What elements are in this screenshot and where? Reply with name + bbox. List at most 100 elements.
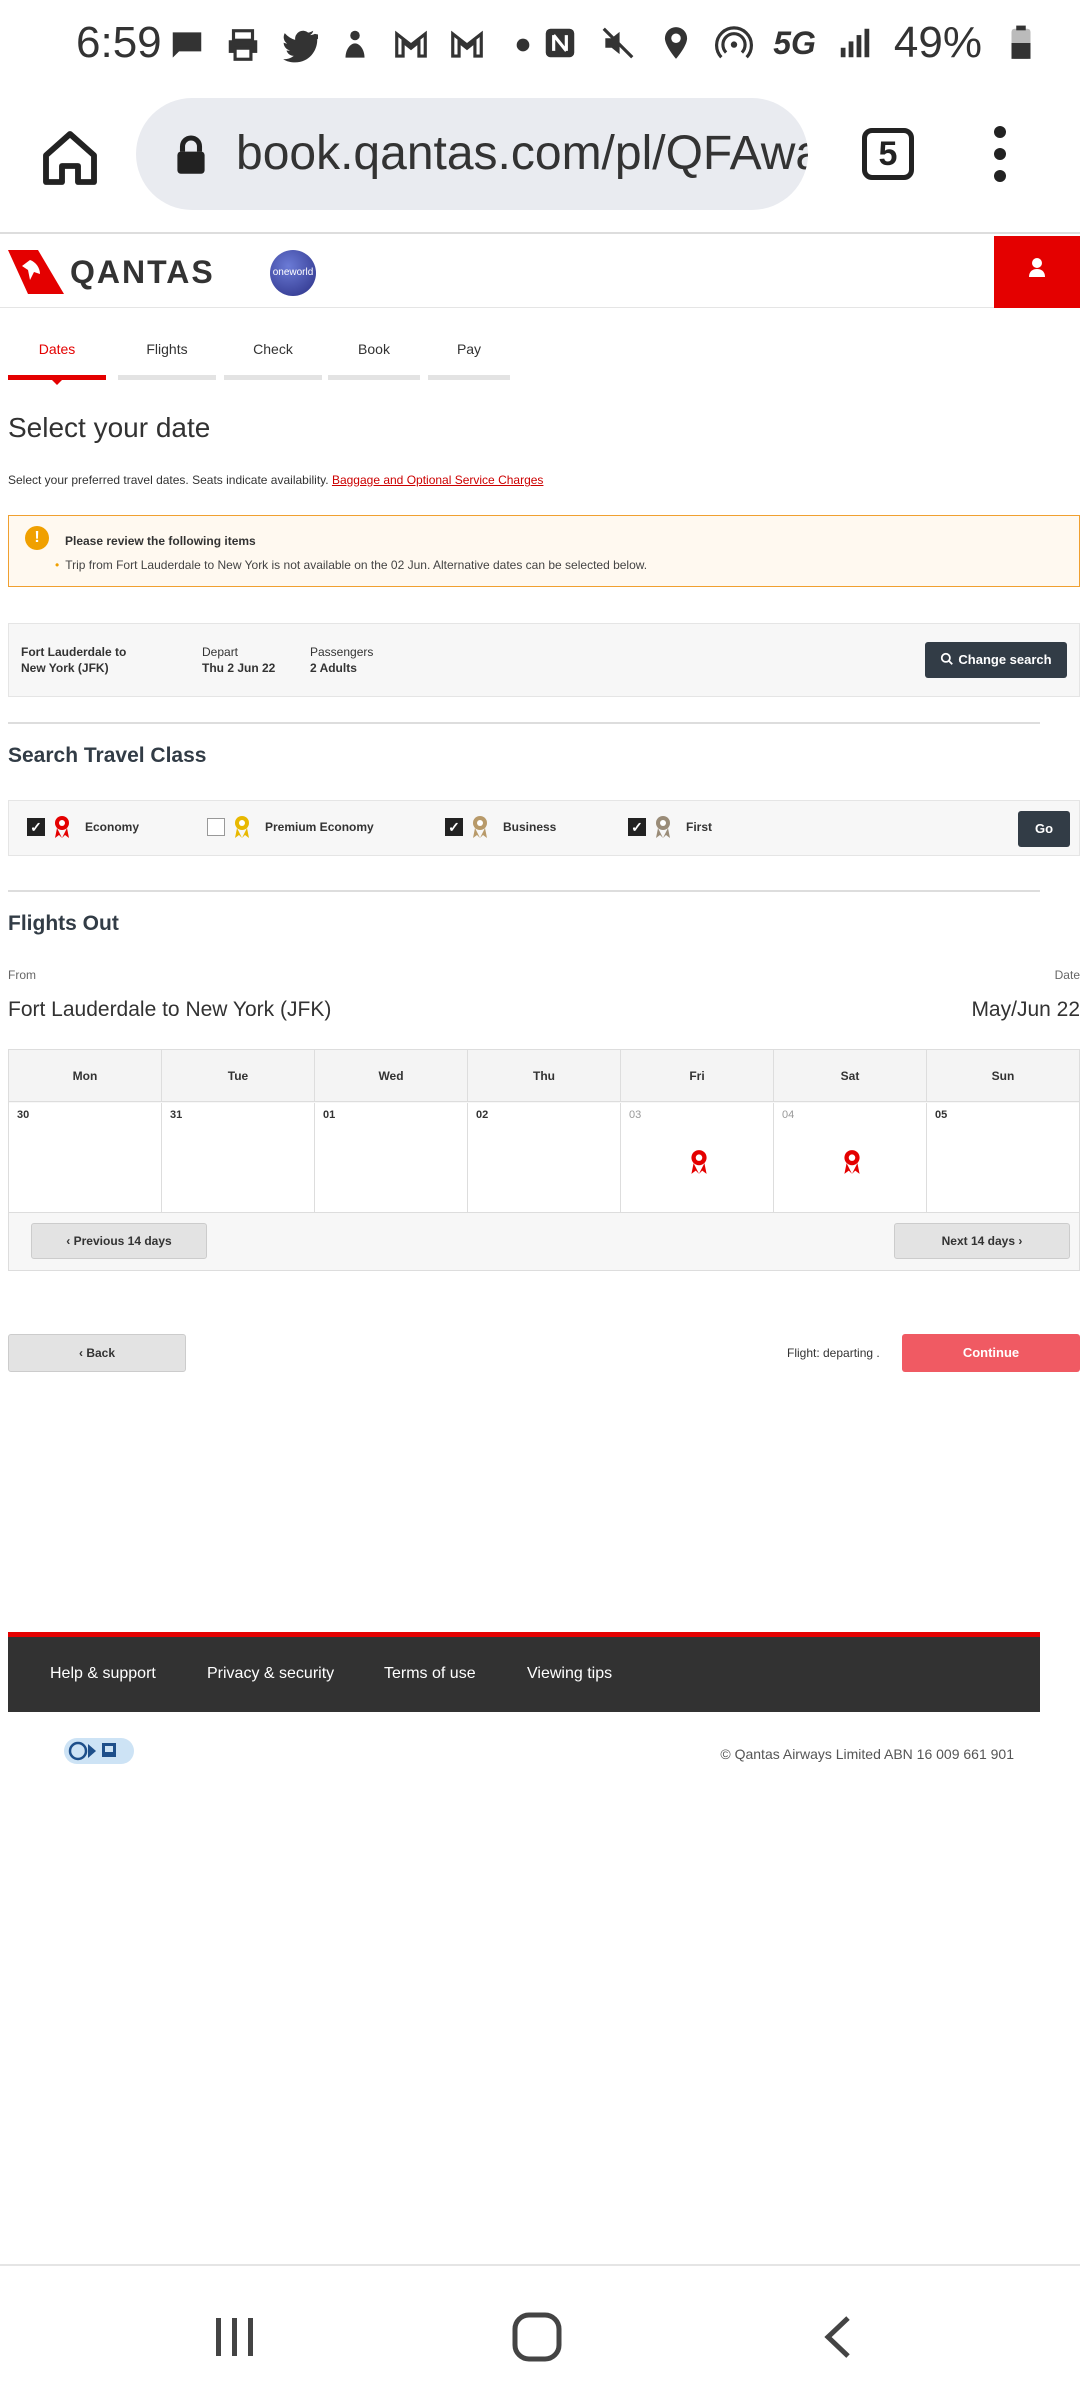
url-text[interactable]: book.qantas.com/pl/QFAwa xyxy=(236,126,808,181)
business-medal-icon xyxy=(473,816,487,838)
hotspot-icon xyxy=(715,26,754,59)
change-search-button[interactable]: Change search xyxy=(925,642,1067,678)
printer-icon xyxy=(228,29,258,61)
calendar-day[interactable]: 01 xyxy=(315,1103,468,1212)
first-medal-icon xyxy=(656,816,670,838)
go-button[interactable]: Go xyxy=(1018,811,1070,847)
step-flights[interactable]: Flights xyxy=(118,308,216,468)
footer-link-help[interactable]: Help & support xyxy=(50,1665,156,1683)
twitter-icon xyxy=(283,30,318,63)
gmail-icon xyxy=(395,30,427,58)
flights-out-title: Flights Out xyxy=(8,912,119,935)
summary-passengers: Passengers 2 Adults xyxy=(310,644,373,676)
profile-button[interactable] xyxy=(994,236,1080,308)
economy-availability-icon[interactable] xyxy=(689,1149,709,1175)
copyright-text: © Qantas Airways Limited ABN 16 009 661 … xyxy=(720,1746,1014,1762)
summary-route: Fort Lauderdale to New York (JFK) xyxy=(21,644,161,676)
search-icon xyxy=(941,652,954,665)
system-icons: 5G 49% xyxy=(541,18,1040,68)
passengers-value: 2 Adults xyxy=(310,661,357,675)
baggage-charges-link[interactable]: Baggage and Optional Service Charges xyxy=(332,473,543,487)
weekday-sat: Sat xyxy=(774,1050,927,1101)
footer-link-privacy[interactable]: Privacy & security xyxy=(207,1665,334,1683)
route-line-1: Fort Lauderdale to xyxy=(21,645,127,659)
business-checkbox[interactable]: ✓ xyxy=(445,818,463,836)
footer-link-terms[interactable]: Terms of use xyxy=(384,1665,476,1683)
network-type: 5G xyxy=(773,24,816,61)
depart-value: Thu 2 Jun 22 xyxy=(202,661,276,675)
step-bar xyxy=(224,375,322,380)
calendar-day[interactable]: 05 xyxy=(927,1103,1079,1212)
calendar-day[interactable]: 31 xyxy=(162,1103,315,1212)
summary-depart: Depart Thu 2 Jun 22 xyxy=(202,644,275,676)
calendar-day-available[interactable]: 04 xyxy=(774,1103,927,1212)
class-economy[interactable]: ✓ Economy xyxy=(27,815,139,839)
continue-button[interactable]: Continue xyxy=(902,1334,1080,1372)
calendar-day[interactable]: 30 xyxy=(9,1103,162,1212)
travel-class-selector: ✓ Economy Premium Economy ✓ Business ✓ F… xyxy=(8,800,1080,856)
message-icon xyxy=(172,32,202,58)
battery-icon xyxy=(1011,25,1031,59)
browser-menu-icon[interactable] xyxy=(990,126,1010,186)
class-first[interactable]: ✓ First xyxy=(628,815,712,839)
qantas-page: QANTAS oneworld Dates Flights Check Book… xyxy=(0,236,1080,1764)
footer-nav: Help & support Privacy & security Terms … xyxy=(8,1632,1040,1712)
premium-economy-label: Premium Economy xyxy=(265,820,374,834)
accessibility-icon[interactable] xyxy=(64,1736,134,1766)
step-book[interactable]: Book xyxy=(328,308,420,468)
premium-economy-checkbox[interactable] xyxy=(207,818,225,836)
weekday-fri: Fri xyxy=(621,1050,774,1101)
calendar-day-available[interactable]: 03 xyxy=(621,1103,774,1212)
economy-medal-icon xyxy=(55,816,69,838)
location-icon xyxy=(665,27,688,59)
recent-apps-icon[interactable] xyxy=(210,2312,260,2362)
home-nav-icon[interactable] xyxy=(510,2310,564,2364)
site-header: QANTAS oneworld xyxy=(0,236,1080,308)
tab-switcher-button[interactable]: 5 xyxy=(862,128,914,180)
back-button[interactable]: ‹ Back xyxy=(8,1334,186,1372)
system-nav-bar xyxy=(0,2264,1080,2400)
step-bar xyxy=(428,375,510,380)
home-icon[interactable] xyxy=(38,126,102,190)
previous-14-days-button[interactable]: ‹ Previous 14 days xyxy=(31,1223,207,1259)
flight-status-text: Flight: departing . xyxy=(787,1346,880,1360)
step-pay[interactable]: Pay xyxy=(428,308,510,468)
from-label: From xyxy=(8,968,36,982)
footer-link-viewing-tips[interactable]: Viewing tips xyxy=(527,1665,612,1683)
weekday-sun: Sun xyxy=(991,1069,1015,1083)
mute-icon xyxy=(602,27,634,59)
step-label: Book xyxy=(358,341,390,357)
address-bar[interactable]: book.qantas.com/pl/QFAwa xyxy=(136,98,808,210)
calendar-day[interactable]: 02 xyxy=(468,1103,621,1212)
step-label: Flights xyxy=(146,341,188,357)
step-dates[interactable]: Dates xyxy=(8,308,106,468)
economy-checkbox[interactable]: ✓ xyxy=(27,818,45,836)
qantas-logo[interactable]: QANTAS xyxy=(8,250,215,294)
oneworld-logo: oneworld xyxy=(270,250,316,296)
step-bar xyxy=(118,375,216,380)
intro-message: Select your preferred travel dates. Seat… xyxy=(8,473,329,487)
signal-icon xyxy=(840,28,870,58)
class-business[interactable]: ✓ Business xyxy=(445,815,556,839)
premium-economy-medal-icon xyxy=(235,816,249,838)
nfc-icon xyxy=(545,28,575,58)
date-range-value: May/Jun 22 xyxy=(971,998,1080,1021)
first-checkbox[interactable]: ✓ xyxy=(628,818,646,836)
alert-item: Trip from Fort Lauderdale to New York is… xyxy=(65,558,647,572)
user-icon xyxy=(1029,258,1045,277)
step-bar xyxy=(328,375,420,380)
economy-availability-icon[interactable] xyxy=(842,1149,862,1175)
battery-percent: 49% xyxy=(893,18,982,67)
back-nav-icon[interactable] xyxy=(818,2312,858,2362)
day-number: 01 xyxy=(323,1109,336,1121)
class-premium-economy[interactable]: Premium Economy xyxy=(207,815,374,839)
first-label: First xyxy=(686,820,713,834)
step-check[interactable]: Check xyxy=(224,308,322,468)
date-label: Date xyxy=(1054,968,1080,982)
next-14-days-button[interactable]: Next 14 days › xyxy=(894,1223,1070,1259)
weekday-wed: Wed xyxy=(315,1050,468,1101)
alert-box: ! Please review the following items Trip… xyxy=(8,515,1080,587)
economy-label: Economy xyxy=(85,820,140,834)
warning-icon: ! xyxy=(25,526,49,550)
depart-label: Depart xyxy=(202,645,239,659)
